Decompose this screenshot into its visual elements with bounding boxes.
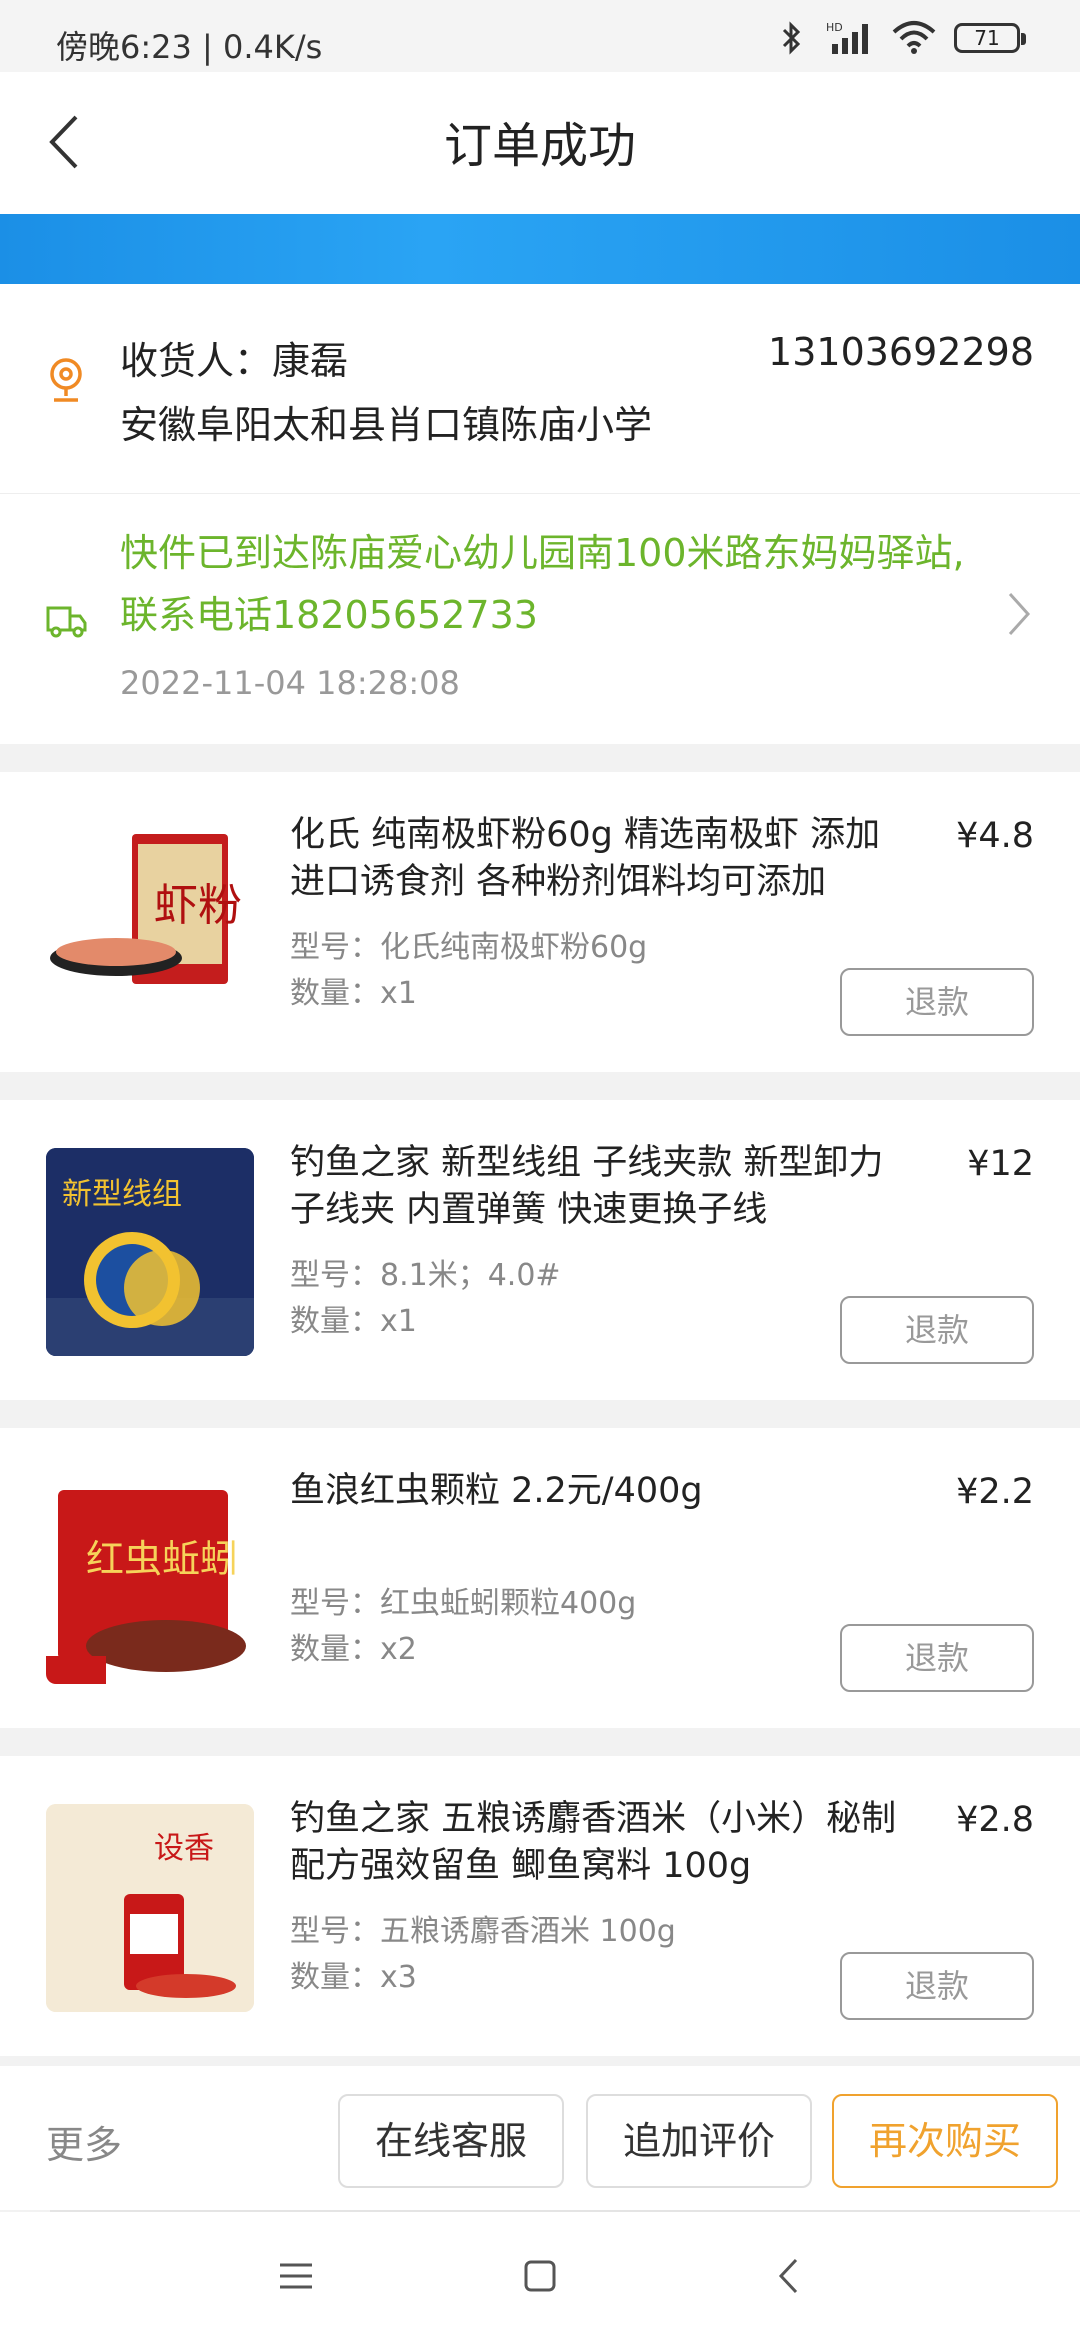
address-card[interactable]: 收货人：康磊 13103692298 安徽阜阳太和县肖口镇陈庙小学 bbox=[0, 284, 1080, 494]
svg-text:HD: HD bbox=[826, 21, 843, 34]
product-item[interactable]: 红虫蚯蚓 鱼浪红虫颗粒 2.2元/400g ¥2.2 型号：红虫蚯蚓颗粒400g… bbox=[0, 1428, 1080, 1728]
product-quantity: 数量：x1 bbox=[290, 1304, 417, 1339]
product-quantity: 数量：x3 bbox=[290, 1960, 417, 1995]
truck-icon bbox=[46, 606, 87, 638]
product-spec: 型号：五粮诱麝香酒米 100g bbox=[290, 1914, 676, 1949]
system-nav-bar bbox=[0, 2212, 1080, 2340]
product-thumbnail[interactable]: 红虫蚯蚓 bbox=[46, 1476, 254, 1684]
product-thumbnail-label: 新型线组 bbox=[62, 1177, 182, 1212]
refund-button[interactable]: 退款 bbox=[840, 1952, 1034, 2020]
logistics-card[interactable]: 快件已到达陈庙爱心幼儿园南100米路东妈妈驿站,联系电话18205652733 … bbox=[0, 494, 1080, 744]
location-pin-icon bbox=[50, 358, 82, 402]
product-thumbnail[interactable]: 虾粉 bbox=[46, 820, 254, 1028]
hd-signal-icon: HD bbox=[826, 21, 868, 54]
home-square-icon bbox=[524, 2260, 556, 2292]
back-button[interactable] bbox=[28, 102, 98, 182]
product-price: ¥12 bbox=[967, 1144, 1034, 1184]
chevron-left-icon bbox=[49, 115, 78, 169]
battery-icon: 71 bbox=[954, 23, 1026, 53]
more-link[interactable]: 更多 bbox=[46, 2114, 122, 2169]
logistics-status: 快件已到达陈庙爱心幼儿园南100米路东妈妈驿站,联系电话18205652733 bbox=[120, 531, 965, 637]
product-spec: 型号：8.1米；4.0# bbox=[290, 1258, 561, 1293]
product-thumbnail[interactable]: 设香 bbox=[46, 1804, 254, 2012]
product-quantity: 数量：x1 bbox=[290, 976, 417, 1011]
product-item[interactable]: 虾粉 化氏 纯南极虾粉60g 精选南极虾 添加进口诱食剂 各种粉剂饵料均可添加 … bbox=[0, 772, 1080, 1072]
product-spec: 型号：化氏纯南极虾粉60g bbox=[290, 930, 648, 965]
refund-button[interactable]: 退款 bbox=[840, 1624, 1034, 1692]
product-name: 鱼浪红虫颗粒 2.2元/400g bbox=[290, 1471, 703, 1511]
logistics-time: 2022-11-04 18:28:08 bbox=[120, 664, 460, 702]
battery-level: 71 bbox=[974, 26, 1000, 50]
menu-icon bbox=[280, 2263, 312, 2289]
customer-service-button[interactable]: 在线客服 bbox=[338, 2094, 564, 2188]
wifi-icon bbox=[892, 21, 936, 54]
back-icon bbox=[778, 2258, 798, 2294]
buy-again-button[interactable]: 再次购买 bbox=[832, 2094, 1058, 2188]
product-name: 钓鱼之家 五粮诱麝香酒米（小米）秘制配方强效留鱼 鲫鱼窝料 100g bbox=[290, 1799, 897, 1886]
refund-button[interactable]: 退款 bbox=[840, 1296, 1034, 1364]
order-action-bar: 更多 在线客服 追加评价 再次购买 bbox=[0, 2066, 1080, 2210]
product-item[interactable]: 设香 钓鱼之家 五粮诱麝香酒米（小米）秘制配方强效留鱼 鲫鱼窝料 100g ¥2… bbox=[0, 1756, 1080, 2056]
product-name: 钓鱼之家 新型线组 子线夹款 新型卸力子线夹 内置弹簧 快速更换子线 bbox=[290, 1143, 884, 1230]
refund-button[interactable]: 退款 bbox=[840, 968, 1034, 1036]
header-banner bbox=[0, 214, 1080, 284]
status-time: 傍晚6:23 | 0.4K/s bbox=[56, 28, 323, 66]
product-thumbnail-label: 虾粉 bbox=[154, 880, 242, 931]
product-quantity: 数量：x2 bbox=[290, 1632, 417, 1667]
delivery-address: 安徽阜阳太和县肖口镇陈庙小学 bbox=[120, 403, 653, 447]
product-item[interactable]: 新型线组 钓鱼之家 新型线组 子线夹款 新型卸力子线夹 内置弹簧 快速更换子线 … bbox=[0, 1100, 1080, 1400]
product-thumbnail-label: 红虫蚯蚓 bbox=[86, 1537, 238, 1581]
page-title: 订单成功 bbox=[443, 118, 636, 174]
product-thumbnail-label: 设香 bbox=[154, 1831, 214, 1866]
header: 订单成功 bbox=[0, 72, 1080, 214]
receiver-phone: 13103692298 bbox=[768, 330, 1034, 374]
product-thumbnail[interactable]: 新型线组 bbox=[46, 1148, 254, 1356]
product-price: ¥2.2 bbox=[956, 1472, 1034, 1512]
product-price: ¥2.8 bbox=[956, 1800, 1034, 1840]
add-review-button[interactable]: 追加评价 bbox=[586, 2094, 812, 2188]
receiver-name: 收货人：康磊 bbox=[120, 339, 349, 383]
product-spec: 型号：红虫蚯蚓颗粒400g bbox=[290, 1586, 637, 1621]
product-name: 化氏 纯南极虾粉60g 精选南极虾 添加进口诱食剂 各种粉剂饵料均可添加 bbox=[290, 815, 881, 902]
menu-button[interactable] bbox=[266, 2246, 326, 2306]
nav-back-button[interactable] bbox=[758, 2246, 818, 2306]
product-price: ¥4.8 bbox=[956, 816, 1034, 856]
status-bar: 傍晚6:23 | 0.4K/s HD 71 bbox=[0, 0, 1080, 72]
chevron-right-icon bbox=[1008, 592, 1031, 636]
home-button[interactable] bbox=[510, 2246, 570, 2306]
bluetooth-icon bbox=[782, 21, 801, 55]
status-icons: HD 71 bbox=[778, 18, 1026, 58]
